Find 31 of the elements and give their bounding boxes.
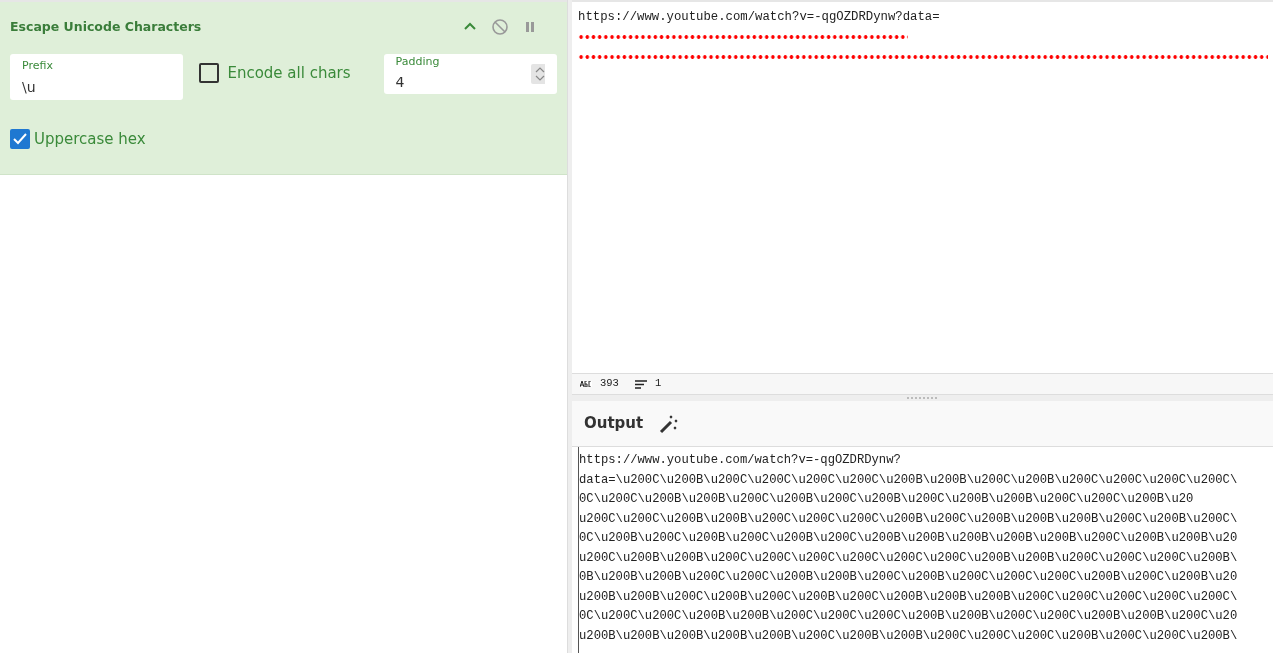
output-line: 0C\u200B\u200C\u200B\u200C\u200B\u200C\u200B\u200B\u200B\u200B\u200B\u200C\u200B\u200B\u20 [579, 530, 1238, 547]
input-text: https://www.youtube.com/watch?v=-qgOZDRDynw?data= [578, 10, 940, 24]
output-line: 0C\u200C\u200B\u200B\u200C\u200B\u200C\u200B\u200C\u200B\u200B\u200C\u200C\u200B\u20 [579, 491, 1194, 508]
line-count-icon [634, 379, 647, 389]
character-count-icon [580, 381, 592, 387]
checkbox[interactable] [10, 129, 30, 150]
output-line: u200B\u200B\u200B\u200B\u200B\u200C\u200B\u200B\u200C\u200C\u200C\u200B\u200C\u200C\u200B\ [579, 627, 1238, 645]
text-input[interactable]: \u [22, 76, 172, 98]
output-line: u200B\u200B\u200C\u200B\u200C\u200B\u200C\u200B\u200B\u200B\u200C\u200C\u200C\u200C\u200C\ [579, 588, 1238, 606]
field-label: Prefix [22, 58, 54, 74]
number-input[interactable]: 4 [395, 74, 531, 91]
output-line: u200C\u200C\u200B\u200B\u200C\u200C\u200C\u200B\u200C\u200B\u200B\u200B\u200C\u200B\u200C\ [579, 510, 1238, 528]
prefix-field[interactable]: Prefix \u [10, 54, 184, 100]
checkbox-label[interactable]: Uppercase hex [34, 128, 146, 151]
operation-title: Escape Unicode Characters [10, 17, 202, 36]
disable-icon[interactable] [489, 16, 511, 38]
resize-handle[interactable] [906, 397, 939, 399]
character-count: 393 [600, 376, 619, 392]
output-line: u200C\u200B\u200B\u200C\u200C\u200C\u200C\u200C\u200C\u200B\u200B\u200C\u200C\u200C\u200B\ [579, 549, 1238, 567]
field-label: Padding [395, 53, 441, 70]
padding-field[interactable]: Padding 4 [383, 54, 557, 94]
output-line: 0C\u200C\u200C\u200B\u200B\u200C\u200C\u200C\u200B\u200B\u200C\u200C\u200B\u200B\u200C\u20 [579, 608, 1238, 625]
output-line: data=\u200C\u200B\u200C\u200C\u200C\u200C\u200B\u200B\u200C\u200B\u200C\u200C\u200C\u200C\ [579, 471, 1238, 489]
magic-wand-icon[interactable] [659, 413, 680, 434]
checkbox[interactable] [199, 63, 220, 84]
line-count: 1 [654, 376, 662, 392]
spinner-icon[interactable] [531, 64, 545, 84]
output-line: https://www.youtube.com/watch?v=-qgOZDRDynw? [579, 452, 901, 469]
output-line: 0B\u200B\u200B\u200C\u200C\u200B\u200B\u200C\u200B\u200C\u200C\u200C\u200B\u200C\u200B\u20 [579, 569, 1238, 586]
output-title: Output [584, 413, 644, 435]
checkbox-label[interactable]: Encode all chars [227, 62, 351, 85]
